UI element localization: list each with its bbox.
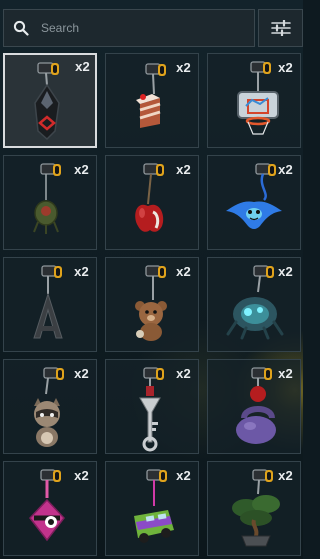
charm-tile-4[interactable]: x2 (3, 155, 97, 250)
quantity-badge: x2 (176, 366, 191, 381)
charm-tile-9[interactable]: x2 (207, 257, 301, 352)
quantity-badge: x2 (278, 264, 293, 279)
charm-grid: x2 x2 x2 x2 x2 x2 x2 x2 x2 x2 x2 x2 x2 x… (3, 53, 301, 556)
charm-tile-13[interactable]: x2 (3, 461, 97, 556)
charm-tile-1[interactable]: x2 (3, 53, 97, 148)
charm-tile-8[interactable]: x2 (105, 257, 199, 352)
quantity-badge: x2 (75, 59, 90, 74)
quantity-badge: x2 (176, 468, 191, 483)
quantity-badge: x2 (176, 60, 191, 75)
search-input[interactable] (41, 21, 231, 35)
charm-tile-11[interactable]: x2 (105, 359, 199, 454)
sliders-icon (270, 20, 291, 36)
quantity-badge: x2 (278, 468, 293, 483)
charm-tile-15[interactable]: x2 (207, 461, 301, 556)
filter-button[interactable] (258, 9, 303, 47)
charm-tile-12[interactable]: x2 (207, 359, 301, 454)
search-bar[interactable] (3, 9, 255, 47)
quantity-badge: x2 (278, 162, 293, 177)
quantity-badge: x2 (74, 162, 89, 177)
quantity-badge: x2 (74, 366, 89, 381)
charm-tile-10[interactable]: x2 (3, 359, 97, 454)
charm-tile-5[interactable]: x2 (105, 155, 199, 250)
top-bar (3, 9, 303, 47)
search-icon (13, 20, 29, 36)
charm-tile-6[interactable]: x2 (207, 155, 301, 250)
quantity-badge: x2 (278, 366, 293, 381)
charm-tile-2[interactable]: x2 (105, 53, 199, 148)
charm-tile-3[interactable]: x2 (207, 53, 301, 148)
quantity-badge: x2 (176, 264, 191, 279)
quantity-badge: x2 (278, 60, 293, 75)
quantity-badge: x2 (74, 468, 89, 483)
charm-tile-7[interactable]: x2 (3, 257, 97, 352)
charm-tile-14[interactable]: x2 (105, 461, 199, 556)
quantity-badge: x2 (176, 162, 191, 177)
quantity-badge: x2 (74, 264, 89, 279)
